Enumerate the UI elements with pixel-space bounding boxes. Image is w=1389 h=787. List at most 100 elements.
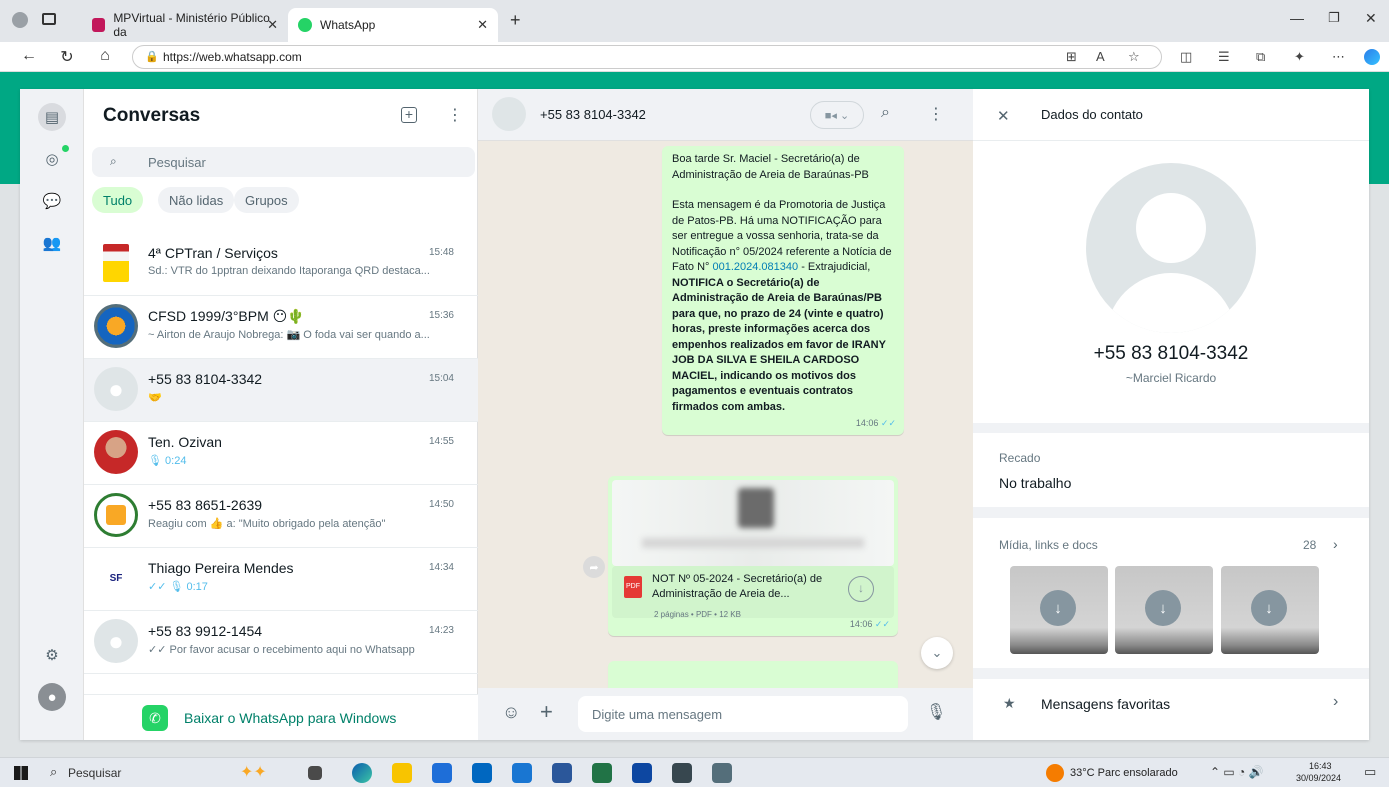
tray-icons[interactable]: ⌃ ▭ ◔ 🔊 bbox=[1210, 765, 1264, 779]
task-view-icon[interactable] bbox=[308, 766, 322, 780]
file-explorer-icon[interactable] bbox=[392, 763, 412, 783]
download-icon[interactable]: ↓ bbox=[1251, 590, 1287, 626]
conversation-header[interactable]: +55 83 8104-3342 ■◂ ⌄ ⌕ ⋮ bbox=[478, 89, 973, 141]
settings-icon[interactable]: ⚙ bbox=[38, 641, 66, 669]
media-count: 28 bbox=[1303, 538, 1317, 552]
message-input[interactable]: Digite uma mensagem bbox=[578, 696, 908, 732]
excel-icon[interactable] bbox=[592, 763, 612, 783]
chat-row[interactable]: Ten. Ozivan 14:55 🎙 0:24 bbox=[84, 422, 478, 485]
chat-time: 14:34 bbox=[428, 562, 454, 573]
favorite-star-icon[interactable]: ☆ bbox=[1128, 49, 1140, 65]
chevron-right-icon[interactable]: › bbox=[1333, 536, 1338, 552]
weather-text[interactable]: 33°C Parc ensolarado bbox=[1070, 767, 1178, 779]
conversation-panel: +55 83 8104-3342 ■◂ ⌄ ⌕ ⋮ Boa tarde Sr. … bbox=[478, 89, 973, 740]
calculator-icon[interactable] bbox=[672, 763, 692, 783]
taskbar-search[interactable]: Pesquisar bbox=[68, 766, 121, 780]
clock-date[interactable]: 30/09/2024 bbox=[1296, 773, 1341, 783]
store-icon[interactable] bbox=[432, 763, 452, 783]
media-thumbnail[interactable]: ↓ bbox=[1115, 566, 1213, 654]
attach-icon[interactable]: + bbox=[540, 699, 553, 725]
filter-all[interactable]: Tudo bbox=[92, 187, 144, 213]
reload-icon[interactable]: ↻ bbox=[56, 47, 78, 67]
chat-name: CFSD 1999/3°BPM 😶🌵 bbox=[148, 308, 305, 324]
default-avatar[interactable] bbox=[492, 97, 526, 131]
app-icon[interactable] bbox=[712, 763, 732, 783]
read-aloud-icon[interactable]: A bbox=[1096, 49, 1105, 64]
search-input[interactable]: ⌕ Pesquisar bbox=[92, 147, 475, 177]
window-close-icon[interactable]: ✕ bbox=[1365, 10, 1377, 27]
contact-alias: ~Marciel Ricardo bbox=[1125, 371, 1217, 385]
message-bubble[interactable]: Boa tarde Sr. Maciel - Secretário(a) de … bbox=[662, 146, 904, 435]
new-tab-icon[interactable]: + bbox=[510, 10, 521, 31]
status-dot bbox=[62, 145, 69, 152]
contact-avatar bbox=[94, 493, 138, 537]
microphone-icon[interactable]: 🎙 bbox=[926, 702, 946, 722]
edge-icon[interactable] bbox=[352, 763, 372, 783]
video-call-icon[interactable]: ■◂ ⌄ bbox=[810, 101, 864, 129]
media-section[interactable]: Mídia, links e docs 28 › ↓ ↓ ↓ bbox=[973, 518, 1369, 668]
notifications-icon[interactable]: ▭ bbox=[1364, 764, 1376, 780]
chat-row[interactable]: ● +55 83 9912-1454 14:23 ✓✓ Por favor ac… bbox=[84, 611, 478, 674]
download-icon[interactable]: ↓ bbox=[1040, 590, 1076, 626]
chevron-right-icon[interactable]: › bbox=[1333, 693, 1338, 711]
document-preview[interactable] bbox=[612, 480, 894, 566]
emoji-icon[interactable]: ☺ bbox=[502, 702, 520, 723]
close-icon[interactable]: ✕ bbox=[997, 107, 1010, 125]
menu-icon[interactable]: ⋮ bbox=[447, 105, 463, 125]
communities-icon[interactable]: 👥 bbox=[38, 229, 66, 257]
tab-actions-icon[interactable] bbox=[42, 13, 56, 25]
clock-time[interactable]: 16:43 bbox=[1309, 761, 1332, 771]
chat-row[interactable]: +55 83 8651-2639 14:50 Reagiu com 👍 a: "… bbox=[84, 485, 478, 548]
scroll-down-icon[interactable]: ⌄ bbox=[921, 637, 953, 669]
document-bubble[interactable]: PDF NOT Nº 05-2024 - Secretário(a) de Ad… bbox=[608, 476, 898, 636]
message-bubble[interactable] bbox=[608, 661, 898, 688]
windows-start-icon[interactable] bbox=[14, 766, 28, 780]
close-icon[interactable]: ✕ bbox=[267, 17, 278, 33]
word-icon[interactable] bbox=[552, 763, 572, 783]
download-banner[interactable]: ✆ Baixar o WhatsApp para Windows bbox=[84, 694, 478, 740]
mail-icon[interactable] bbox=[472, 763, 492, 783]
extensions-icon[interactable]: ✦ bbox=[1294, 49, 1305, 65]
profile-icon[interactable] bbox=[12, 12, 28, 28]
chat-name: +55 83 8651-2639 bbox=[148, 497, 263, 513]
chat-row-selected[interactable]: ● +55 83 8104-3342 15:04 🤝 bbox=[84, 359, 478, 422]
chats-icon[interactable]: ▤ bbox=[38, 103, 66, 131]
close-icon[interactable]: ✕ bbox=[477, 17, 488, 33]
favorites-icon[interactable]: ☰ bbox=[1218, 49, 1230, 65]
download-icon[interactable]: ↓ bbox=[1145, 590, 1181, 626]
copilot-widget-icon[interactable]: ✦✦ bbox=[240, 762, 267, 782]
menu-icon[interactable]: ⋮ bbox=[928, 104, 944, 124]
channels-icon[interactable]: 💬 bbox=[38, 187, 66, 215]
search-icon[interactable]: ⌕ bbox=[50, 764, 57, 780]
minimize-icon[interactable]: — bbox=[1290, 10, 1304, 26]
filter-unread[interactable]: Não lidas bbox=[158, 187, 235, 213]
search-icon[interactable]: ⌕ bbox=[881, 104, 890, 122]
message-link[interactable]: 001.2024.081340 bbox=[712, 261, 798, 273]
media-thumbnail[interactable]: ↓ bbox=[1221, 566, 1319, 654]
chat-row[interactable]: 4ª CPTran / Serviços 15:48 Sd.: VTR do 1… bbox=[84, 233, 478, 296]
app-icon[interactable] bbox=[632, 763, 652, 783]
tab-whatsapp[interactable]: WhatsApp ✕ bbox=[288, 8, 498, 42]
download-icon[interactable]: ↓ bbox=[848, 576, 874, 602]
app-icon[interactable] bbox=[512, 763, 532, 783]
home-icon[interactable]: ⌂ bbox=[94, 47, 116, 65]
split-screen-icon[interactable]: ◫ bbox=[1180, 49, 1192, 65]
apps-icon[interactable]: ⊞ bbox=[1066, 49, 1077, 65]
mp-favicon bbox=[92, 18, 106, 32]
media-thumbnail[interactable]: ↓ bbox=[1010, 566, 1108, 654]
restore-icon[interactable]: ❐ bbox=[1328, 10, 1340, 26]
collections-icon[interactable]: ⧉ bbox=[1256, 49, 1265, 65]
avatar[interactable] bbox=[1086, 163, 1256, 333]
url-field[interactable]: 🔒 https://web.whatsapp.com bbox=[132, 45, 1162, 69]
starred-messages[interactable]: ★ Mensagens favoritas › bbox=[973, 679, 1369, 740]
chat-row[interactable]: CFSD 1999/3°BPM 😶🌵 15:36 ~ Airton de Ara… bbox=[84, 296, 478, 359]
new-chat-icon[interactable]: + bbox=[401, 107, 417, 123]
more-icon[interactable]: ⋯ bbox=[1332, 49, 1345, 65]
chat-row[interactable]: SF Thiago Pereira Mendes 14:34 ✓✓ 🎙 0:17 bbox=[84, 548, 478, 611]
copilot-icon[interactable] bbox=[1364, 49, 1380, 65]
tab-mpvirtual[interactable]: MPVirtual - Ministério Público da ✕ bbox=[82, 8, 288, 42]
back-icon[interactable]: ← bbox=[18, 47, 40, 65]
forward-icon[interactable]: ➦ bbox=[583, 556, 605, 578]
avatar[interactable]: ● bbox=[38, 683, 66, 711]
filter-groups[interactable]: Grupos bbox=[234, 187, 299, 213]
